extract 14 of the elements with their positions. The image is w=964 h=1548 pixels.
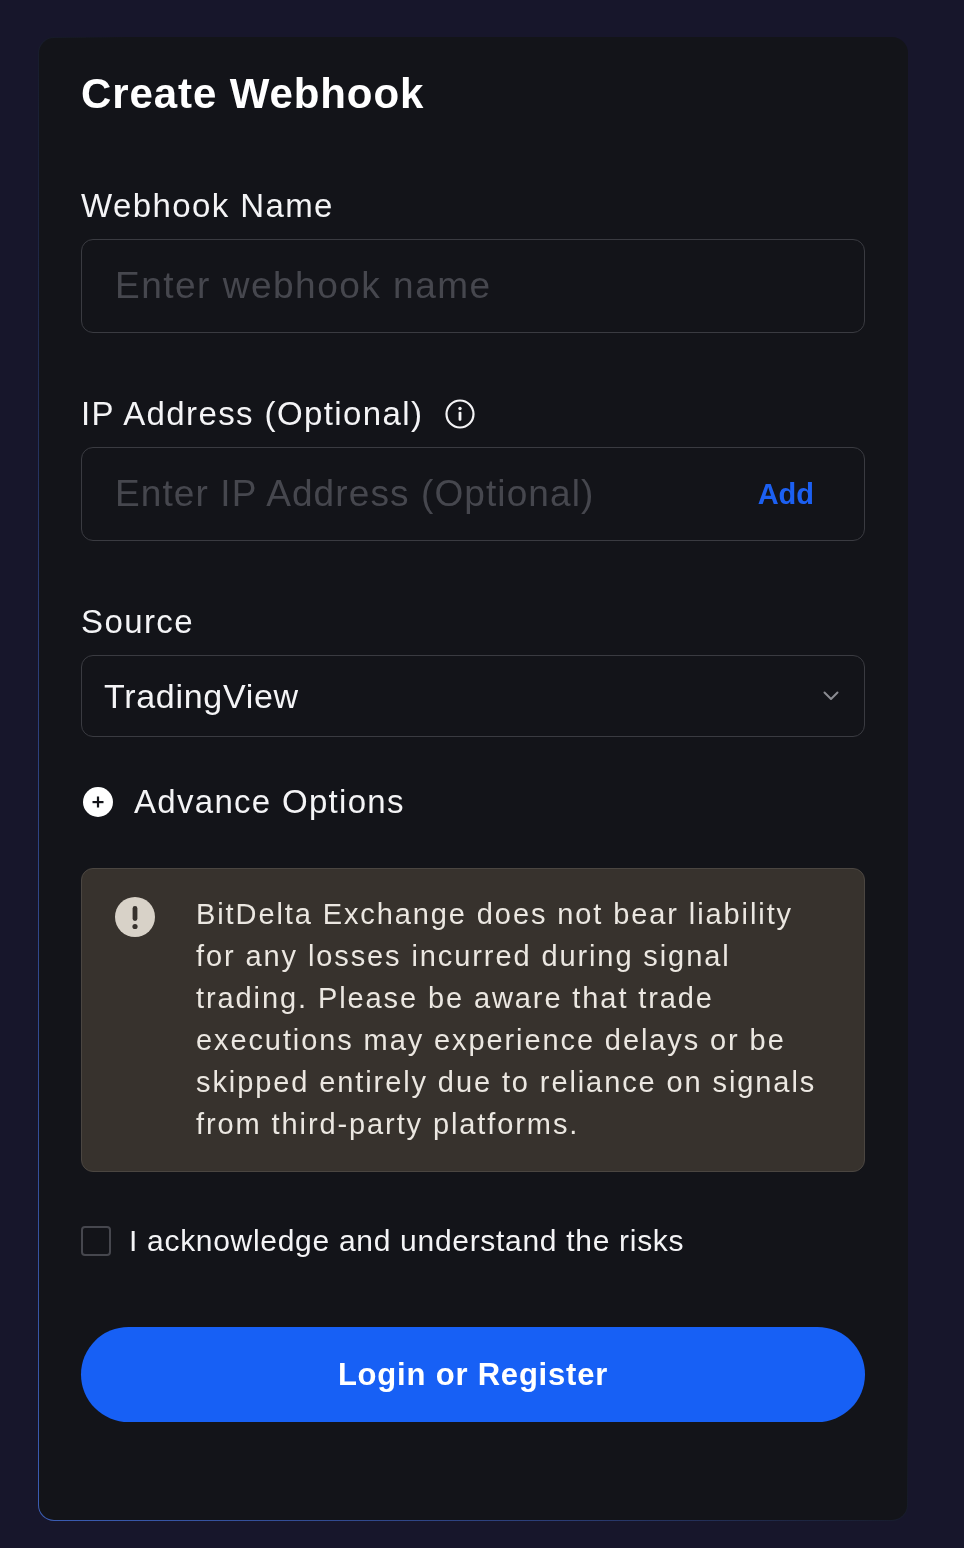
- notice-text: BitDelta Exchange does not bear liability for any losses incurred during signal trading. Please be aware that trade executions may experience delays or be skipped entirely due to reliance on signals from third-party platforms.: [196, 897, 818, 1142]
- checkbox-label[interactable]: I acknowledge and understand the risks: [129, 1223, 685, 1259]
- advance-options-button[interactable]: Advance Options: [81, 784, 405, 820]
- field-label: Source: [81, 604, 194, 640]
- field-label: IP Address (Optional): [81, 396, 424, 432]
- checkbox[interactable]: [81, 1226, 111, 1256]
- info-icon[interactable]: [445, 399, 476, 429]
- form-title: Create Webhook: [81, 70, 425, 118]
- login-register-button[interactable]: Login or Register: [81, 1327, 865, 1422]
- add-button[interactable]: Add: [757, 477, 814, 511]
- exclamation-icon: [115, 897, 155, 937]
- select-dropdown[interactable]: TradingView: [81, 655, 865, 737]
- chevron-down-icon: [823, 691, 839, 701]
- field-label: Webhook Name: [81, 188, 334, 224]
